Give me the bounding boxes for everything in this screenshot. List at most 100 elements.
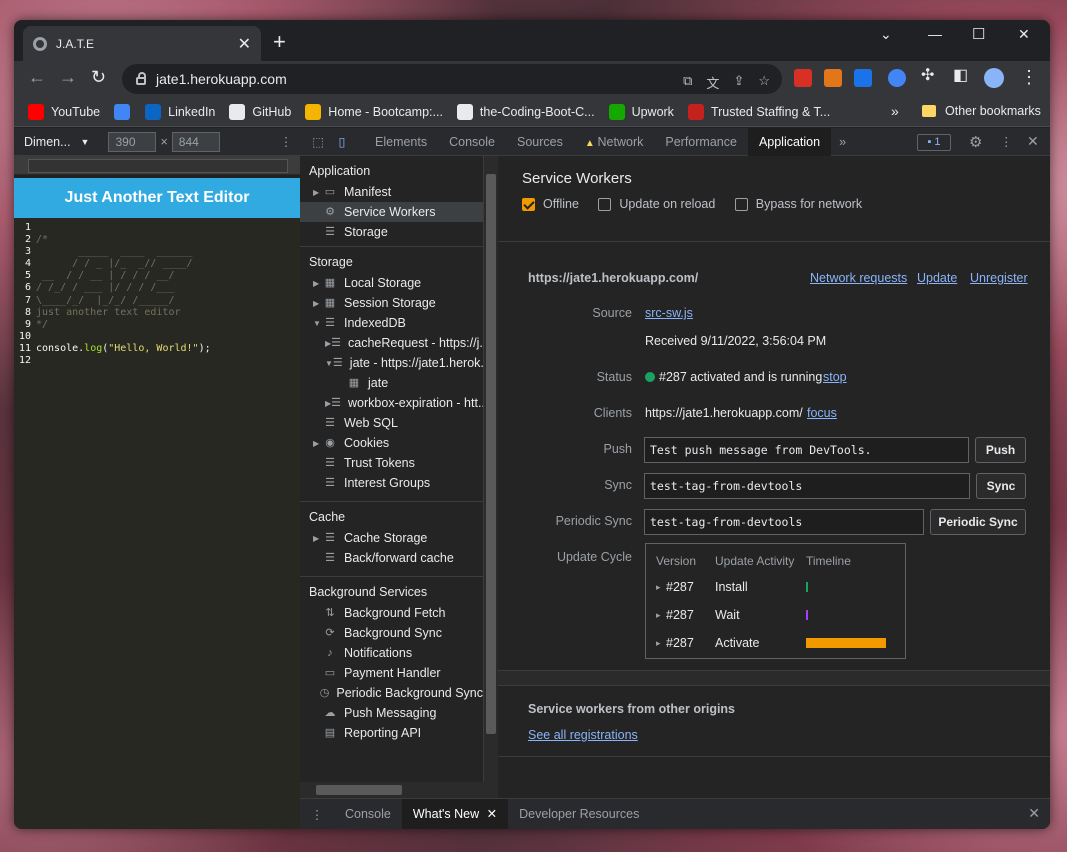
- other-bookmarks[interactable]: Other bookmarks: [922, 104, 1041, 118]
- sidebar-item[interactable]: ♪ Notifications: [300, 643, 483, 663]
- puzzle-icon[interactable]: ✣: [921, 68, 934, 84]
- bookmark-item[interactable]: YouTube: [28, 103, 100, 120]
- see-all-registrations-link[interactable]: See all registrations: [528, 728, 638, 742]
- more-bookmarks-button[interactable]: »: [891, 103, 899, 119]
- tab-console[interactable]: Console: [438, 128, 506, 156]
- unregister-link[interactable]: Unregister: [970, 271, 1028, 285]
- extension-icon[interactable]: [794, 69, 812, 87]
- sidebar-item[interactable]: ☰ Web SQL: [300, 413, 483, 433]
- bookmark-item[interactable]: the-Coding-Boot-C...: [456, 103, 595, 120]
- close-tab-icon[interactable]: ✕: [238, 34, 251, 54]
- arrow-icon[interactable]: ▶: [313, 188, 323, 197]
- sidebar-item[interactable]: ▭ Payment Handler: [300, 663, 483, 683]
- extension-blue-icon[interactable]: [888, 69, 906, 87]
- push-input[interactable]: Test push message from DevTools.: [644, 437, 969, 463]
- sidebar-item[interactable]: ☰ Trust Tokens: [300, 453, 483, 473]
- arrow-icon[interactable]: ▶: [313, 439, 323, 448]
- sidebar-scrollbar[interactable]: [484, 156, 498, 798]
- cycle-row[interactable]: ▸ #287 Install: [656, 580, 808, 594]
- offline-checkbox[interactable]: Offline: [522, 197, 579, 211]
- sidebar-item[interactable]: ⚙ Service Workers: [300, 202, 483, 222]
- close-devtools-icon[interactable]: ✕: [1027, 133, 1039, 150]
- drawer-tab[interactable]: Console: [334, 799, 402, 830]
- chevron-down-icon[interactable]: ▼: [81, 137, 90, 147]
- sidebar-item[interactable]: ▶ ◉ Cookies: [300, 433, 483, 453]
- stop-link[interactable]: stop: [823, 370, 847, 384]
- browser-tab[interactable]: J.A.T.E ✕: [23, 26, 261, 61]
- tab-network[interactable]: ▲ Network: [574, 128, 655, 156]
- close-tab-icon[interactable]: ✕: [483, 807, 497, 821]
- devtools-menu-icon[interactable]: ⋮: [1000, 134, 1013, 149]
- tab-performance[interactable]: Performance: [654, 128, 748, 156]
- tab-sources[interactable]: Sources: [506, 128, 574, 156]
- sidebar-item[interactable]: ⇅ Background Fetch: [300, 603, 483, 623]
- inspect-icon[interactable]: ⬚: [306, 134, 330, 149]
- cycle-row[interactable]: ▸ #287 Wait: [656, 608, 808, 622]
- settings-gear-icon[interactable]: ⚙: [969, 133, 982, 151]
- arrow-icon[interactable]: ▶: [313, 279, 323, 288]
- tab-elements[interactable]: Elements: [364, 128, 438, 156]
- push-button[interactable]: Push: [975, 437, 1026, 463]
- tab-search-icon[interactable]: ⌄: [880, 26, 892, 43]
- bookmark-item[interactable]: Upwork: [608, 103, 674, 120]
- sidebar-item[interactable]: ▦ jate: [300, 373, 483, 393]
- minimize-button[interactable]: —: [928, 26, 942, 42]
- sidebar-item[interactable]: ☰ Storage: [300, 222, 483, 242]
- periodic-sync-input[interactable]: test-tag-from-devtools: [644, 509, 924, 535]
- sidebar-item[interactable]: ▶ ☰ cacheRequest - https://j...: [300, 333, 483, 353]
- metamask-icon[interactable]: [824, 69, 842, 87]
- cycle-row[interactable]: ▸ #287 Activate: [656, 636, 886, 650]
- reload-button[interactable]: ↻: [91, 68, 106, 86]
- avatar[interactable]: [984, 68, 1004, 88]
- network-requests-link[interactable]: Network requests: [810, 271, 907, 285]
- sidebar-item[interactable]: ☰ Interest Groups: [300, 473, 483, 493]
- sidebar-item[interactable]: ▼ ☰ jate - https://jate1.herok...: [300, 353, 483, 373]
- sidebar-item[interactable]: ☰ Back/forward cache: [300, 548, 483, 568]
- width-input[interactable]: 390: [108, 131, 157, 152]
- window-close-button[interactable]: ✕: [1018, 26, 1030, 43]
- code-editor[interactable]: 1 2/* 3 _____ ____ ______ 4 / / _ |/_ _// _…: [14, 218, 300, 367]
- more-tabs-button[interactable]: »: [839, 135, 846, 149]
- expand-arrow-icon[interactable]: ▸: [656, 582, 666, 593]
- address-bar[interactable]: jate1.herokuapp.com ⧉ 文 ⇪ ☆: [122, 64, 782, 94]
- arrow-icon[interactable]: ▼: [313, 319, 323, 328]
- update-link[interactable]: Update: [917, 271, 957, 285]
- device-toggle-icon[interactable]: ▯: [330, 134, 354, 149]
- device-menu-icon[interactable]: ⋮: [280, 134, 293, 149]
- arrow-icon[interactable]: ▼: [325, 359, 333, 368]
- source-link[interactable]: src-sw.js: [645, 306, 693, 320]
- update-on-reload-checkbox[interactable]: Update on reload: [598, 197, 715, 211]
- drawer-tab[interactable]: Developer Resources: [508, 799, 650, 830]
- share-icon[interactable]: ⇪: [733, 73, 744, 92]
- arrow-icon[interactable]: ▶: [313, 534, 323, 543]
- expand-arrow-icon[interactable]: ▸: [656, 638, 666, 649]
- drawer-tab[interactable]: What's New ✕: [401, 798, 509, 829]
- sidebar-item[interactable]: ▶ ▦ Local Storage: [300, 273, 483, 293]
- bookmark-star-icon[interactable]: ☆: [758, 73, 770, 92]
- focus-link[interactable]: focus: [807, 406, 837, 420]
- new-tab-button[interactable]: +: [273, 31, 286, 53]
- sidebar-item[interactable]: ▶ ▭ Manifest: [300, 182, 483, 202]
- bypass-network-checkbox[interactable]: Bypass for network: [734, 197, 862, 211]
- sidebar-item[interactable]: ☁ Push Messaging: [300, 703, 483, 723]
- device-dropdown[interactable]: Dimen...: [24, 135, 71, 149]
- arrow-icon[interactable]: ▶: [313, 299, 323, 308]
- sidebar-item[interactable]: ▤ Reporting API: [300, 723, 483, 743]
- bookmark-item[interactable]: GitHub: [229, 103, 291, 120]
- expand-arrow-icon[interactable]: ▸: [656, 610, 666, 621]
- sync-button[interactable]: Sync: [976, 473, 1026, 499]
- bookmark-item[interactable]: Home - Bootcamp:...: [305, 103, 443, 120]
- translate-icon[interactable]: 文: [706, 73, 719, 92]
- sidebar-item[interactable]: ▶ ☰ Cache Storage: [300, 528, 483, 548]
- menu-icon[interactable]: ⋮: [1020, 68, 1038, 86]
- periodic-sync-button[interactable]: Periodic Sync: [930, 509, 1026, 535]
- side-panel-icon[interactable]: ◧: [953, 68, 968, 84]
- sidebar-item[interactable]: ▶ ▦ Session Storage: [300, 293, 483, 313]
- close-drawer-icon[interactable]: ✕: [1028, 805, 1040, 822]
- back-button[interactable]: ←: [28, 68, 46, 86]
- bookmark-item[interactable]: [114, 103, 137, 120]
- bookmark-item[interactable]: LinkedIn: [145, 103, 215, 120]
- bookmark-item[interactable]: Trusted Staffing & T...: [687, 103, 830, 120]
- sidebar-hscrollbar[interactable]: [300, 782, 484, 798]
- height-input[interactable]: 844: [171, 131, 220, 152]
